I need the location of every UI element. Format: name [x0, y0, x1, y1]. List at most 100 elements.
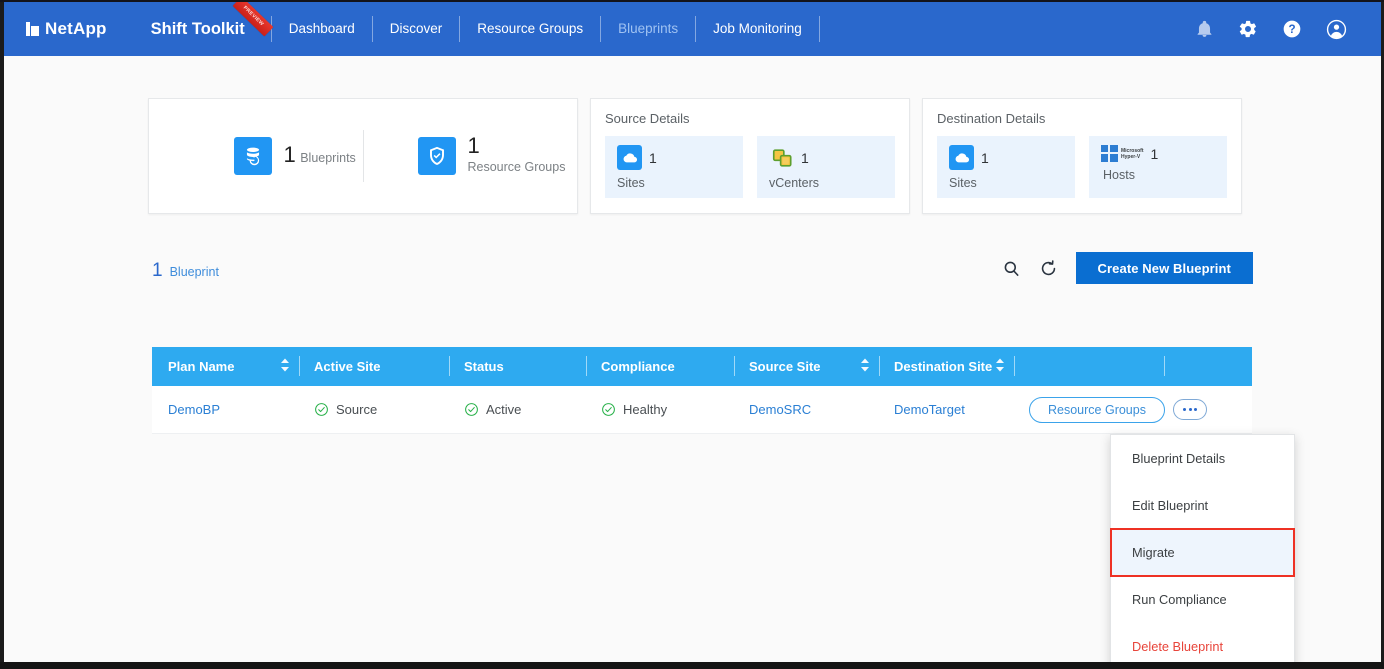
source-vcenters-count: 1 [801, 150, 809, 166]
source-subtiles: 1 Sites [605, 136, 895, 198]
page-content: 1 Blueprints 1 Resource Groups [4, 56, 1381, 662]
product-title-wrap: Shift Toolkit PREVIEW [151, 20, 271, 39]
column-label: Plan Name [168, 359, 234, 374]
cell-destination-site: DemoTarget [880, 386, 1015, 434]
counter-divider [363, 130, 364, 182]
column-label: Active Site [314, 359, 380, 374]
cloud-icon [949, 145, 974, 170]
column-label: Compliance [601, 359, 675, 374]
shield-check-icon [418, 137, 456, 175]
refresh-icon[interactable] [1039, 259, 1058, 278]
source-site-link[interactable]: DemoSRC [749, 402, 811, 417]
source-details-card: Source Details 1 Sites [590, 98, 910, 214]
destination-sites-tile[interactable]: 1 Sites [937, 136, 1075, 198]
active-site-value: Source [336, 402, 377, 417]
ellipsis-icon[interactable] [1173, 399, 1207, 420]
compliance-value: Healthy [623, 402, 667, 417]
source-vcenters-tile[interactable]: 1 vCenters [757, 136, 895, 198]
window-frame-left [0, 0, 4, 669]
blueprint-count-number: 1 [152, 260, 163, 282]
brand-label: NetApp [45, 19, 107, 39]
compliance-badge: Healthy [601, 402, 667, 417]
settings-gear-icon[interactable] [1238, 19, 1258, 39]
source-sites-tile[interactable]: 1 Sites [605, 136, 743, 198]
menu-item-edit-blueprint[interactable]: Edit Blueprint [1111, 482, 1294, 529]
create-new-blueprint-button[interactable]: Create New Blueprint [1076, 252, 1253, 284]
svg-text:?: ? [1288, 23, 1295, 36]
tile-row: Microsoft Hyper-V 1 [1101, 145, 1227, 162]
summary-cards-row: 1 Blueprints 1 Resource Groups [148, 98, 1242, 214]
table-header-row: Plan Name Active Site Status [152, 347, 1252, 386]
cell-status: Active [450, 386, 587, 434]
nav-links: Dashboard Discover Resource Groups Bluep… [272, 2, 820, 56]
status-value: Active [486, 402, 521, 417]
nav-item-dashboard[interactable]: Dashboard [272, 2, 372, 56]
nav-item-blueprints[interactable]: Blueprints [601, 2, 695, 56]
resource-groups-count: 1 [468, 133, 480, 158]
nav-divider [819, 16, 820, 42]
summary-counter-blueprints[interactable]: 1 Blueprints [182, 137, 357, 175]
sort-arrows-icon[interactable] [280, 357, 290, 376]
table-row[interactable]: DemoBP Source [152, 386, 1252, 434]
table-column-active-site[interactable]: Active Site [300, 347, 450, 386]
table-column-source-site[interactable]: Source Site [735, 347, 880, 386]
product-title: Shift Toolkit [151, 20, 245, 39]
destination-site-link[interactable]: DemoTarget [894, 402, 965, 417]
cell-resource-groups: Resource Groups [1015, 386, 1165, 434]
nav-item-job-monitoring[interactable]: Job Monitoring [696, 2, 819, 56]
table-column-compliance[interactable]: Compliance [587, 347, 735, 386]
netapp-logomark-icon [26, 22, 39, 36]
destination-sites-count: 1 [981, 150, 989, 166]
table-column-destination-site[interactable]: Destination Site [880, 347, 1015, 386]
user-account-icon[interactable] [1326, 19, 1347, 40]
vcenter-icon [769, 145, 794, 170]
tile-row: 1 [617, 145, 743, 170]
help-circle-icon[interactable]: ? [1282, 19, 1302, 39]
cell-row-actions [1165, 386, 1252, 434]
menu-item-run-compliance[interactable]: Run Compliance [1111, 576, 1294, 623]
row-context-menu: Blueprint Details Edit Blueprint Migrate… [1110, 434, 1295, 669]
nav-right-icons: ? [1195, 19, 1347, 40]
status-badge: Active [464, 402, 521, 417]
windows-logo-icon [1101, 145, 1118, 162]
source-sites-count: 1 [649, 150, 657, 166]
blueprint-list-header: 1 Blueprint Create New Blueprint [148, 252, 1253, 300]
destination-details-card: Destination Details 1 Sites [922, 98, 1242, 214]
hyperv-brand-line2: Hyper-V [1121, 154, 1140, 160]
plan-name-link[interactable]: DemoBP [168, 402, 220, 417]
source-vcenters-label: vCenters [769, 176, 895, 190]
nav-item-resource-groups[interactable]: Resource Groups [460, 2, 600, 56]
cloud-icon [617, 145, 642, 170]
hyperv-brand-text: Microsoft Hyper-V [1121, 148, 1144, 160]
check-circle-icon [464, 402, 479, 417]
window-frame-top [0, 0, 1384, 2]
source-sites-label: Sites [617, 176, 743, 190]
column-label: Status [464, 359, 504, 374]
tile-row: 1 [769, 145, 895, 170]
netapp-logo[interactable]: NetApp [26, 19, 107, 39]
menu-item-blueprint-details[interactable]: Blueprint Details [1111, 435, 1294, 482]
destination-hosts-count: 1 [1151, 146, 1159, 162]
blueprint-count: 1 Blueprint [152, 260, 219, 282]
cell-plan-name: DemoBP [152, 386, 300, 434]
database-restore-icon [234, 137, 272, 175]
top-navigation-bar: NetApp Shift Toolkit PREVIEW Dashboard D… [4, 2, 1381, 56]
menu-item-migrate[interactable]: Migrate [1111, 529, 1294, 576]
counter-text: 1 Blueprints [284, 145, 356, 167]
notification-bell-icon[interactable] [1195, 19, 1214, 39]
resource-groups-button[interactable]: Resource Groups [1029, 397, 1165, 423]
summary-counter-resource-groups[interactable]: 1 Resource Groups [370, 136, 545, 176]
sort-arrows-icon[interactable] [995, 357, 1005, 376]
search-icon[interactable] [1002, 259, 1021, 278]
check-circle-icon [601, 402, 616, 417]
table-column-actions [1015, 347, 1165, 386]
table-column-plan-name[interactable]: Plan Name [152, 347, 300, 386]
destination-details-title: Destination Details [937, 111, 1227, 126]
nav-item-discover[interactable]: Discover [373, 2, 460, 56]
blueprints-count: 1 [284, 142, 296, 167]
table-column-status[interactable]: Status [450, 347, 587, 386]
destination-hosts-tile[interactable]: Microsoft Hyper-V 1 Hosts [1089, 136, 1227, 198]
sort-arrows-icon[interactable] [860, 357, 870, 376]
cell-source-site: DemoSRC [735, 386, 880, 434]
app-screenshot: NetApp Shift Toolkit PREVIEW Dashboard D… [0, 0, 1384, 669]
